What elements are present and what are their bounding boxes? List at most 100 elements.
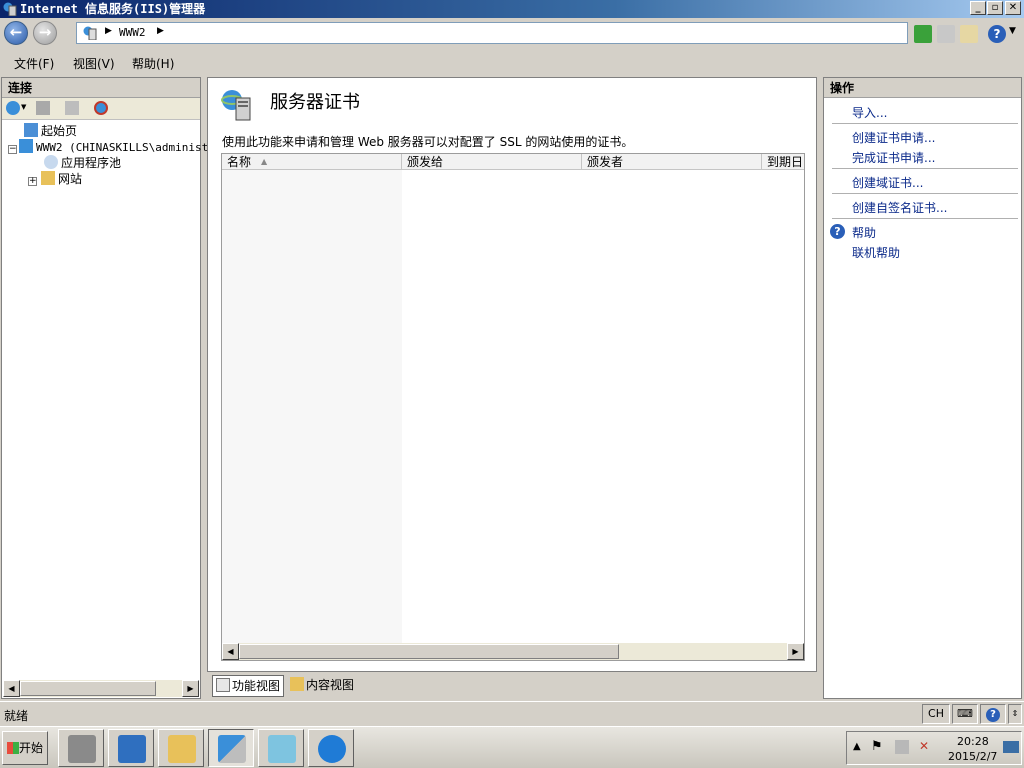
- taskbar-server-manager[interactable]: [58, 729, 104, 767]
- server-icon: [19, 139, 33, 153]
- connect-icon[interactable]: [6, 101, 20, 115]
- table-hscrollbar[interactable]: ◀ ▶: [222, 643, 804, 660]
- refresh-icon[interactable]: [914, 25, 932, 43]
- start-label: 开始: [19, 741, 44, 755]
- home-icon[interactable]: [960, 25, 978, 43]
- certificate-icon: [221, 90, 251, 121]
- help-icon[interactable]: ?: [980, 704, 1006, 724]
- options-icon[interactable]: ⇕: [1008, 704, 1022, 724]
- action-create-self-signed-certificate[interactable]: 创建自签名证书...: [852, 199, 947, 216]
- column-header-issued-to[interactable]: 颁发给: [402, 154, 582, 170]
- clock-time[interactable]: 20:28: [957, 735, 989, 748]
- flag-icon[interactable]: ⚑: [871, 739, 883, 754]
- up-icon[interactable]: [65, 101, 79, 115]
- clock-date[interactable]: 2015/2/7: [948, 750, 997, 763]
- taskbar-notepad[interactable]: [258, 729, 304, 767]
- menu-view[interactable]: 视图(V): [73, 55, 115, 72]
- show-desktop-icon[interactable]: [1003, 741, 1019, 753]
- tree-item-server[interactable]: − WWW2 (CHINASKILLS\administ: [8, 139, 208, 155]
- taskbar-internet-explorer[interactable]: [308, 729, 354, 767]
- menu-file[interactable]: 文件(F): [14, 55, 54, 72]
- menu-help[interactable]: 帮助(H): [132, 55, 174, 72]
- forward-arrow-icon: →: [38, 23, 52, 41]
- notepad-icon: [268, 735, 296, 763]
- save-icon[interactable]: [36, 101, 50, 115]
- close-button[interactable]: ✕: [1005, 1, 1021, 15]
- action-import[interactable]: 导入...: [852, 104, 887, 121]
- tab-features-view[interactable]: 功能视图: [212, 675, 285, 697]
- column-header-name[interactable]: 名称 ▲: [222, 154, 402, 170]
- column-header-expiration[interactable]: 到期日: [762, 154, 804, 170]
- scroll-thumb[interactable]: [239, 644, 619, 659]
- expand-icon[interactable]: +: [28, 177, 37, 186]
- connections-title: 连接: [2, 78, 200, 98]
- action-divider: [832, 218, 1018, 219]
- help-icon[interactable]: ?: [988, 25, 1006, 43]
- tree-item-sites[interactable]: + 网站: [28, 171, 82, 187]
- taskbar-iis-manager[interactable]: [208, 729, 254, 767]
- action-create-certificate-request[interactable]: 创建证书申请...: [852, 129, 935, 146]
- certificates-table: 名称 ▲ 颁发给 颁发者 到期日 ◀ ▶: [221, 153, 805, 661]
- breadcrumb-separator-icon[interactable]: ▶: [157, 26, 164, 36]
- powershell-icon: [118, 735, 146, 763]
- collapse-icon[interactable]: −: [8, 145, 17, 154]
- help-icon: ?: [830, 224, 845, 239]
- action-help[interactable]: 帮助: [852, 224, 876, 241]
- disconnect-icon[interactable]: [94, 101, 108, 115]
- actions-title: 操作: [824, 78, 1021, 98]
- tab-content-view-label: 内容视图: [306, 678, 355, 692]
- features-panel: 服务器证书 使用此功能来申请和管理 Web 服务器可以对配置了 SSL 的网站使…: [207, 77, 817, 672]
- tab-features-view-label: 功能视图: [232, 679, 281, 693]
- connect-dropdown-icon[interactable]: ▼: [21, 103, 26, 111]
- volume-muted-icon[interactable]: ✕: [919, 739, 929, 753]
- scroll-left-icon[interactable]: ◀: [222, 643, 239, 660]
- show-hidden-icons-icon[interactable]: ▲: [853, 741, 861, 752]
- scroll-thumb[interactable]: [20, 681, 156, 696]
- connections-toolbar: ▼: [2, 98, 200, 120]
- action-divider: [832, 168, 1018, 169]
- sort-ascending-icon: ▲: [261, 157, 268, 166]
- help-dropdown-icon[interactable]: ▼: [1009, 26, 1016, 36]
- start-page-icon: [24, 123, 38, 137]
- server-icon: [83, 26, 97, 40]
- sites-folder-icon: [41, 171, 55, 185]
- scroll-right-icon[interactable]: ▶: [182, 680, 199, 697]
- network-icon[interactable]: [895, 740, 909, 754]
- connections-panel: 连接 ▼ 起始页 − WWW2 (CHINASKILLS\administ 应用程…: [1, 77, 208, 699]
- tree-item-app-pools[interactable]: 应用程序池: [44, 155, 121, 171]
- taskbar-powershell[interactable]: [108, 729, 154, 767]
- status-bar: 就绪 CH ⌨ ? ⇕: [0, 701, 1024, 725]
- start-button[interactable]: 开始: [2, 731, 48, 765]
- action-create-domain-certificate[interactable]: 创建域证书...: [852, 174, 923, 191]
- tab-content-view[interactable]: 内容视图: [287, 675, 357, 697]
- stop-icon[interactable]: [937, 25, 955, 43]
- column-label-name: 名称: [227, 155, 252, 169]
- address-field[interactable]: ▶ WWW2 ▶: [76, 22, 908, 44]
- maximize-button[interactable]: ▫: [987, 1, 1003, 15]
- scroll-left-icon[interactable]: ◀: [3, 680, 20, 697]
- system-tray: ▲ ⚑ ✕ 20:28 2015/2/7: [846, 731, 1022, 765]
- connections-hscrollbar[interactable]: ◀ ▶: [3, 680, 199, 697]
- tree-label-server: WWW2 (CHINASKILLS\administ: [36, 141, 209, 154]
- tree-label-app-pools: 应用程序池: [61, 156, 122, 170]
- action-online-help[interactable]: 联机帮助: [852, 244, 900, 261]
- minimize-button[interactable]: _: [970, 1, 986, 15]
- scroll-right-icon[interactable]: ▶: [787, 643, 804, 660]
- table-header: 名称 ▲ 颁发给 颁发者 到期日: [222, 154, 804, 170]
- action-divider: [832, 123, 1018, 124]
- language-indicator[interactable]: CH: [922, 704, 950, 724]
- breadcrumb-separator-icon: ▶: [105, 26, 112, 36]
- tree-label-start-page: 起始页: [41, 124, 78, 138]
- back-button[interactable]: ←: [4, 21, 28, 45]
- breadcrumb-server[interactable]: WWW2: [119, 26, 146, 39]
- actions-panel: 操作 导入... 创建证书申请... 完成证书申请... 创建域证书... 创建…: [823, 77, 1022, 699]
- taskbar-explorer[interactable]: [158, 729, 204, 767]
- tree-item-start-page[interactable]: 起始页: [24, 123, 77, 139]
- column-header-issued-by[interactable]: 颁发者: [582, 154, 762, 170]
- forward-button[interactable]: →: [33, 21, 57, 45]
- action-complete-certificate-request[interactable]: 完成证书申请...: [852, 149, 935, 166]
- keyboard-icon[interactable]: ⌨: [952, 704, 978, 724]
- status-text: 就绪: [4, 709, 29, 723]
- back-arrow-icon: ←: [9, 23, 23, 41]
- sorted-column-shade: [222, 170, 402, 644]
